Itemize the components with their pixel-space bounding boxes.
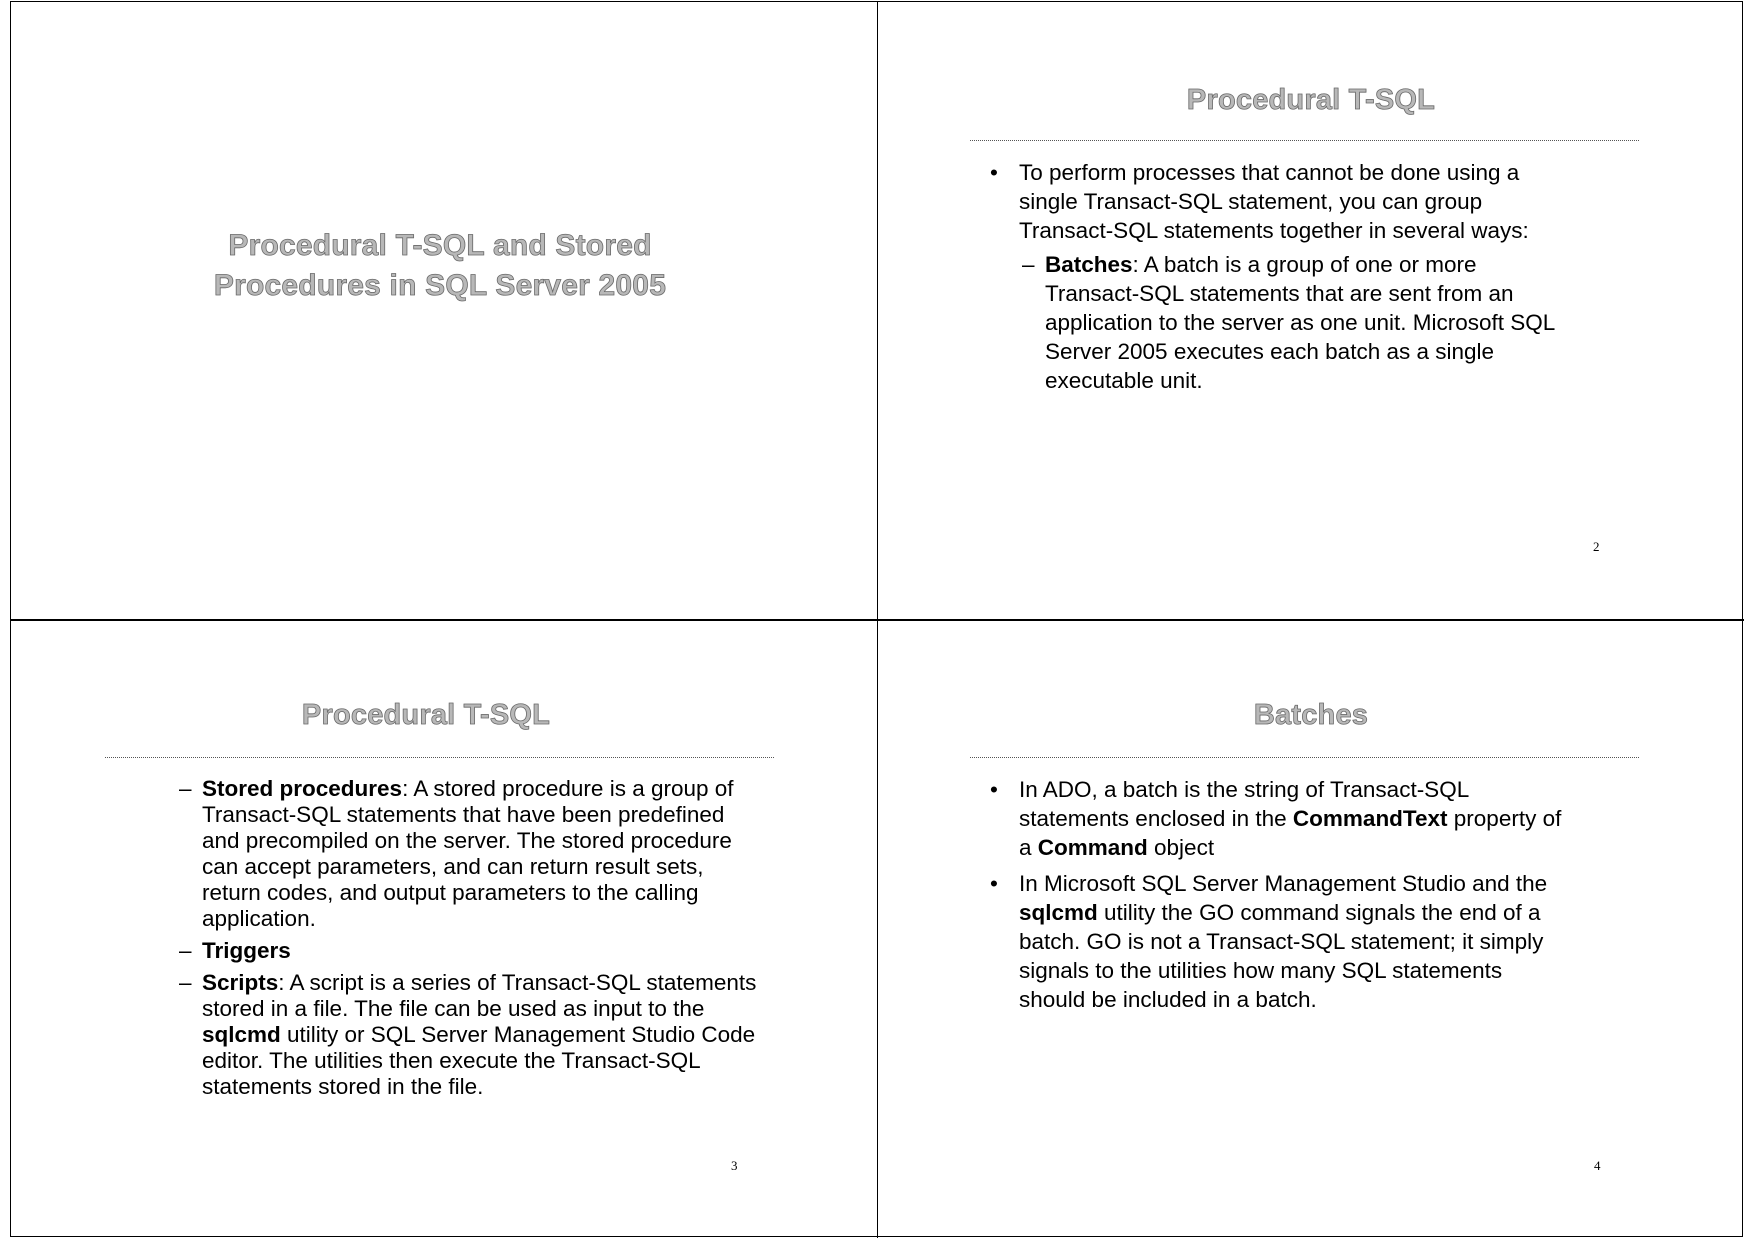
bold-term: Triggers <box>202 938 291 963</box>
dash-bullet-icon: – <box>179 938 192 963</box>
bullet-text: In ADO, a batch is the string of Transac… <box>1019 777 1561 860</box>
slide-title: Batches <box>1253 699 1369 732</box>
title-line: Procedures in SQL Server 2005 <box>213 269 667 303</box>
dash-bullet-icon: – <box>1022 252 1035 277</box>
text-run: : A script is a series of Transact-SQL s… <box>202 970 757 1021</box>
slide-number: 3 <box>731 1158 738 1173</box>
slide-number: 4 <box>1594 1158 1601 1173</box>
bullet-text: Stored procedures: A stored procedure is… <box>202 776 734 931</box>
title-line: Procedural T-SQL and Stored <box>228 229 652 263</box>
text-run: To perform processes that cannot be done… <box>1019 160 1529 243</box>
title-underline <box>970 140 1639 141</box>
dash-bullet-icon: – <box>179 970 192 995</box>
bullet-item: • To perform processes that cannot be don… <box>990 158 1570 245</box>
bullet-text: To perform processes that cannot be done… <box>1019 160 1529 243</box>
bold-term: sqlcmd <box>202 1022 281 1047</box>
bullet-text: Triggers <box>202 938 291 963</box>
slide-content: • To perform processes that cannot be don… <box>990 158 1570 400</box>
dot-bullet-icon: • <box>990 160 998 185</box>
bold-term: sqlcmd <box>1019 900 1098 925</box>
slide-content: – Stored procedures: A stored procedure i… <box>179 776 759 1106</box>
slide-4: Batches • In ADO, a batch is the string o… <box>878 621 1744 1238</box>
text-run: In Microsoft SQL Server Management Studi… <box>1019 871 1548 896</box>
bold-term: CommandText <box>1292 806 1448 831</box>
slide-2: Procedural T-SQL • To perform processes t… <box>878 2 1744 619</box>
title-underline <box>105 757 774 758</box>
dot-bullet-icon: • <box>990 871 998 896</box>
bold-term: Batches <box>1045 252 1133 277</box>
sub-bullet-item: – Scripts: A script is a series of Transa… <box>179 970 759 1100</box>
bullet-text: Batches: A batch is a group of one or mo… <box>1045 252 1554 393</box>
sub-bullet-item: – Triggers <box>179 938 759 964</box>
slide-3: Procedural T-SQL – Stored procedures: A s… <box>11 621 877 1238</box>
text-run: object <box>1147 835 1215 860</box>
slide-title: Procedural T-SQL <box>1186 84 1436 117</box>
slide-title: Procedural T-SQL and Stored Procedures i… <box>7 226 873 306</box>
bold-term: Scripts <box>202 970 279 995</box>
text-run: utility the GO command signals the end o… <box>1019 900 1544 1012</box>
dash-bullet-icon: – <box>179 776 192 801</box>
slide-1: Procedural T-SQL and Stored Procedures i… <box>11 2 877 619</box>
slide-number: 2 <box>1593 539 1600 554</box>
slide-title: Procedural T-SQL <box>301 699 551 732</box>
bullet-item: • In Microsoft SQL Server Management Stud… <box>990 869 1570 1014</box>
dot-bullet-icon: • <box>990 777 998 802</box>
title-underline <box>970 757 1639 758</box>
bullet-text: In Microsoft SQL Server Management Studi… <box>1019 871 1547 1012</box>
sub-bullet-item: – Batches: A batch is a group of one or m… <box>1022 250 1570 395</box>
bullet-item: • In ADO, a batch is the string of Transa… <box>990 775 1570 862</box>
bold-term: Stored procedures <box>202 776 403 801</box>
sub-bullet-item: – Stored procedures: A stored procedure i… <box>179 776 759 932</box>
bold-term: Command <box>1037 835 1148 860</box>
bullet-text: Scripts: A script is a series of Transac… <box>202 970 756 1099</box>
text-run: utility or SQL Server Management Studio … <box>202 1022 756 1099</box>
slide-content: • In ADO, a batch is the string of Transa… <box>990 775 1570 1021</box>
